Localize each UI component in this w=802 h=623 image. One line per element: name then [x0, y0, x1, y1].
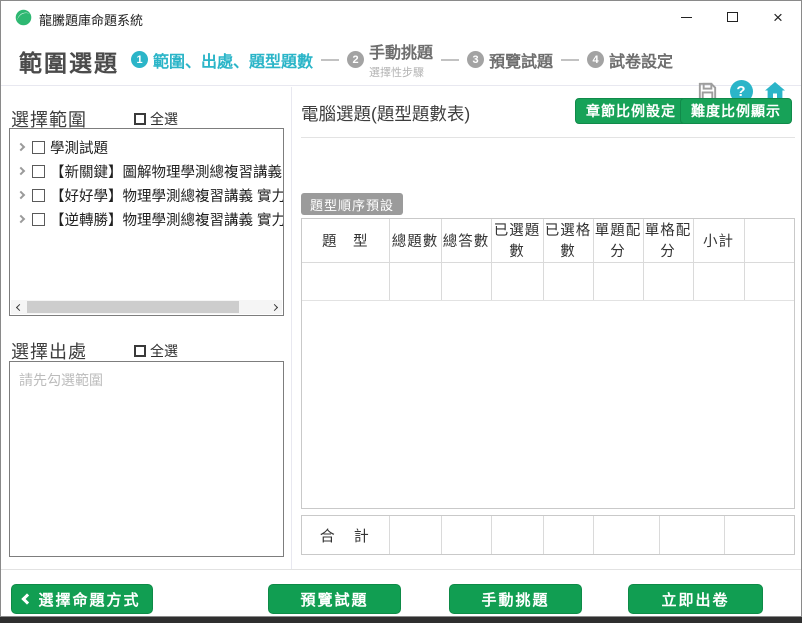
tree-item-1[interactable]: 【新關鍵】圖解物理學測總複習講義 實力評量: [10, 159, 284, 183]
col-points-per-cell: 單格配分: [643, 219, 693, 262]
source-list-placeholder: 請先勾選範圍: [19, 370, 103, 390]
app-window: 龍騰題庫命題系統 × 範圍選題 1 範圍、出處、題型題數 2 手動挑題 選擇性步…: [0, 0, 802, 617]
range-tree: 學測試題 【新關鍵】圖解物理學測總複習講義 實力評量 【好好學】物理學測總複習講…: [9, 128, 284, 316]
col-subtotal: 小計: [693, 219, 744, 262]
difficulty-ratio-button[interactable]: 難度比例顯示: [680, 98, 792, 124]
app-logo-icon: [15, 9, 32, 26]
scroll-left-icon: [15, 303, 22, 310]
source-select-all[interactable]: 全選: [134, 341, 178, 361]
step-4-label: 試卷設定: [609, 48, 673, 72]
scroll-right-icon: [270, 303, 277, 310]
step-dash: [321, 59, 339, 61]
page-title: 範圍選題: [19, 44, 119, 78]
maximize-icon: [727, 12, 738, 22]
tree-item-label: 【好好學】物理學測總複習講義 實力評量: [50, 185, 284, 206]
tree-item-checkbox[interactable]: [32, 189, 45, 202]
totals-row: 合 計: [301, 515, 795, 555]
question-order-preset-badge[interactable]: 題型順序預設: [301, 193, 403, 215]
scroll-right-button[interactable]: [266, 300, 282, 314]
window-controls: ×: [663, 1, 801, 33]
back-to-method-button[interactable]: 選擇命題方式: [11, 584, 153, 614]
question-type-table: 題 型 總題數 總答數 已選題數 已選格數 單題配分 單格配分 小計: [301, 218, 795, 509]
col-selected-cells: 已選格數: [543, 219, 593, 262]
table-row: [302, 262, 794, 300]
maximize-button[interactable]: [709, 1, 755, 33]
step-3-label: 預覽試題: [489, 48, 553, 72]
close-icon: ×: [773, 9, 783, 26]
tree-item-checkbox[interactable]: [32, 213, 45, 226]
background-window-strip: [0, 617, 802, 623]
totals-label: 合 計: [302, 516, 389, 554]
scroll-left-button[interactable]: [11, 300, 27, 314]
titlebar: 龍騰題庫命題系統 ×: [1, 1, 801, 33]
tree-item-2[interactable]: 【好好學】物理學測總複習講義 實力評量: [10, 183, 284, 207]
panel-header-divider: [301, 137, 795, 138]
tree-item-0[interactable]: 學測試題: [10, 135, 284, 159]
header: 範圍選題 1 範圍、出處、題型題數 2 手動挑題 選擇性步驟 3 預覽試題 4: [1, 33, 801, 86]
preview-questions-button[interactable]: 預覽試題: [268, 584, 401, 614]
col-total-answers: 總答數: [441, 219, 491, 262]
step-4-circle: 4: [587, 51, 604, 68]
expand-chevron-icon[interactable]: [17, 143, 25, 151]
expand-chevron-icon[interactable]: [17, 191, 25, 199]
minimize-icon: [681, 17, 692, 18]
tree-item-label: 學測試題: [50, 137, 108, 158]
close-button[interactable]: ×: [755, 1, 801, 33]
horizontal-scrollbar[interactable]: [11, 300, 282, 314]
table-header-row: 題 型 總題數 總答數 已選題數 已選格數 單題配分 單格配分 小計: [302, 219, 794, 262]
source-list[interactable]: 請先勾選範圍: [9, 361, 284, 557]
col-total-questions: 總題數: [389, 219, 441, 262]
tree-item-checkbox[interactable]: [32, 141, 45, 154]
col-question-type: 題 型: [302, 219, 389, 262]
step-1-label: 範圍、出處、題型題數: [153, 48, 313, 72]
stepper: 1 範圍、出處、題型題數 2 手動挑題 選擇性步驟 3 預覽試題 4 試卷設定: [131, 33, 673, 86]
step-dash: [441, 59, 459, 61]
range-select-all-checkbox[interactable]: [134, 113, 146, 125]
source-select-all-checkbox[interactable]: [134, 345, 146, 357]
back-chevron-icon: [22, 593, 33, 604]
step-4-paper-settings[interactable]: 4 試卷設定: [587, 48, 673, 72]
tree-item-checkbox[interactable]: [32, 165, 45, 178]
computer-panel-title: 電腦選題(題型題數表): [301, 101, 470, 126]
back-button-label: 選擇命題方式: [38, 589, 140, 610]
step-2-manual-pick[interactable]: 2 手動挑題 選擇性步驟: [347, 39, 433, 80]
step-3-circle: 3: [467, 51, 484, 68]
tree-item-label: 【新關鍵】圖解物理學測總複習講義 實力評量: [50, 161, 284, 182]
manual-pick-button[interactable]: 手動挑題: [449, 584, 582, 614]
chapter-ratio-button[interactable]: 章節比例設定: [575, 98, 687, 124]
step-1-range[interactable]: 1 範圍、出處、題型題數: [131, 48, 313, 72]
col-extra: [744, 219, 794, 262]
step-2-circle: 2: [347, 51, 364, 68]
generate-paper-button[interactable]: 立即出卷: [628, 584, 763, 614]
range-select-all-label: 全選: [150, 109, 178, 129]
panel-divider: [291, 87, 292, 569]
bottom-action-bar: 選擇命題方式 預覽試題 手動挑題 立即出卷: [1, 569, 801, 617]
expand-chevron-icon[interactable]: [17, 215, 25, 223]
expand-chevron-icon[interactable]: [17, 167, 25, 175]
window-title: 龍騰題庫命題系統: [39, 10, 143, 29]
step-2-label: 手動挑題: [369, 39, 433, 63]
step-2-sublabel: 選擇性步驟: [369, 64, 433, 80]
range-select-all[interactable]: 全選: [134, 109, 178, 129]
step-1-circle: 1: [131, 51, 148, 68]
scrollbar-thumb[interactable]: [27, 301, 239, 313]
col-selected-questions: 已選題數: [491, 219, 543, 262]
minimize-button[interactable]: [663, 1, 709, 33]
step-3-preview[interactable]: 3 預覽試題: [467, 48, 553, 72]
col-points-per-question: 單題配分: [593, 219, 643, 262]
tree-item-label: 【逆轉勝】物理學測總複習講義 實力評量: [50, 209, 284, 230]
source-select-all-label: 全選: [150, 341, 178, 361]
tree-item-3[interactable]: 【逆轉勝】物理學測總複習講義 實力評量: [10, 207, 284, 231]
step-dash: [561, 59, 579, 61]
